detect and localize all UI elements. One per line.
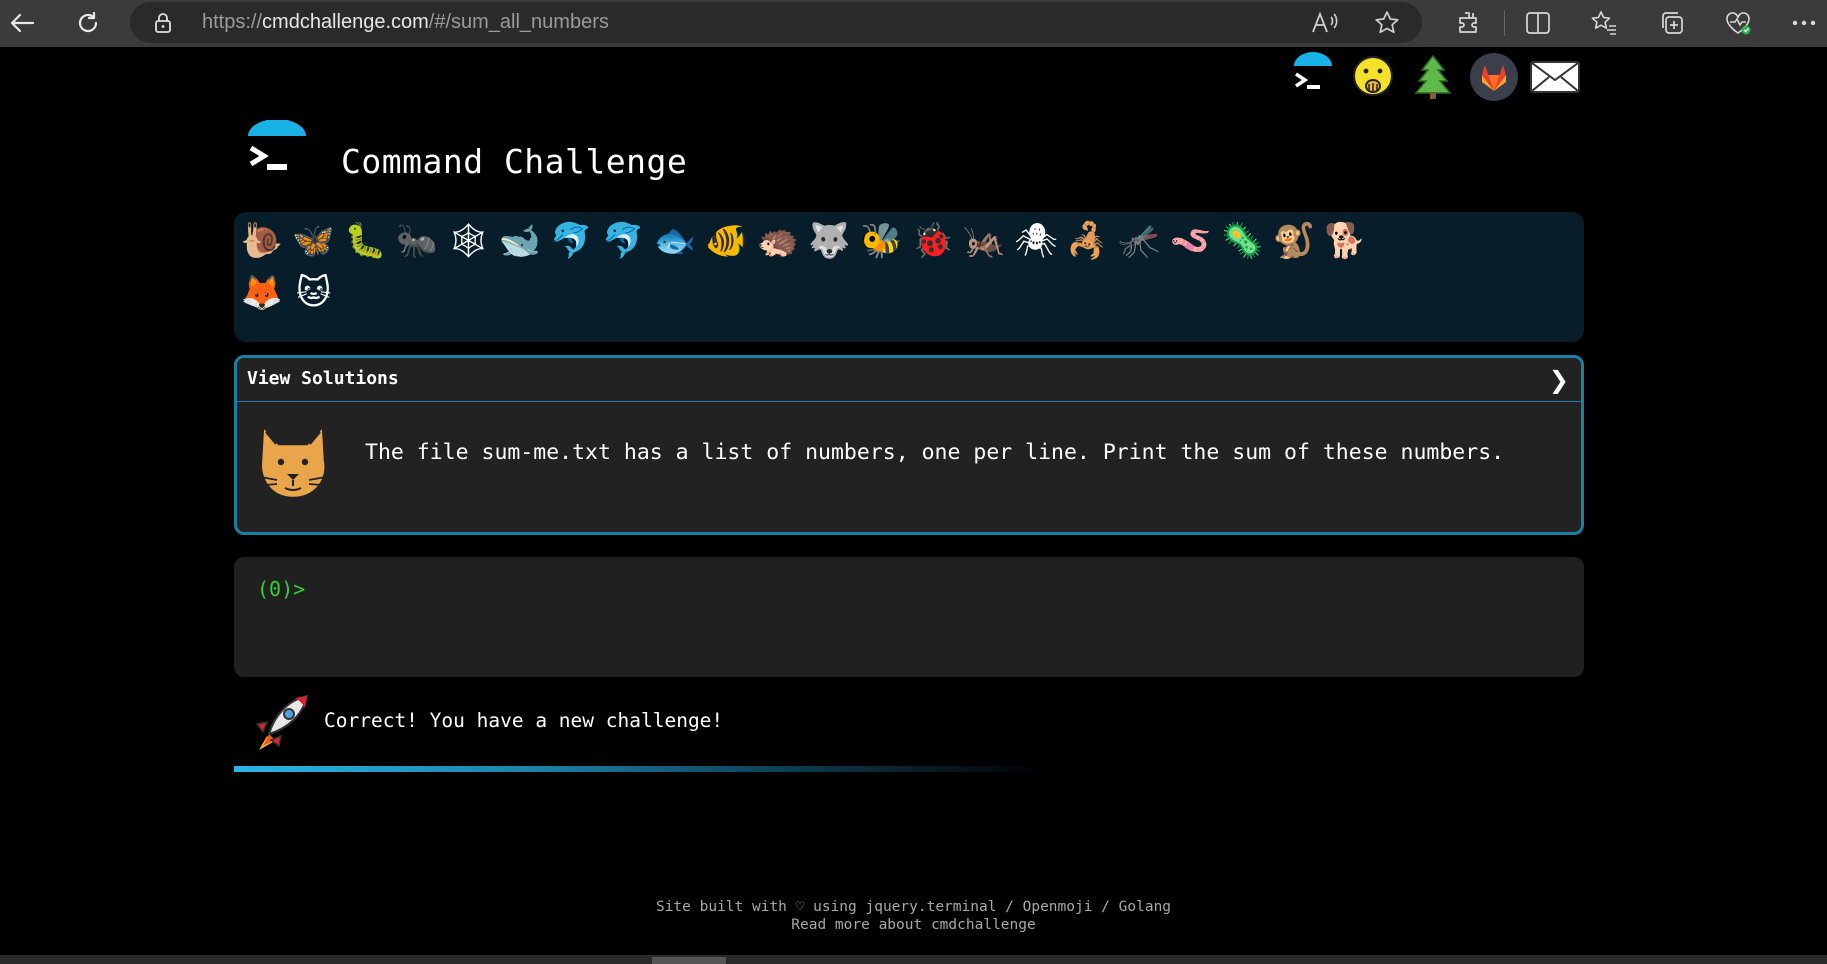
mail-icon[interactable] [1528, 52, 1582, 102]
prompt-text: (0)> [257, 577, 306, 601]
footer-read-more-link[interactable]: Read more about cmdchallenge [0, 916, 1827, 934]
ladybug-challenge-icon[interactable]: 🐞 [909, 217, 957, 265]
bee-challenge-icon[interactable]: 🐝 [857, 217, 905, 265]
tree-icon[interactable] [1408, 52, 1458, 102]
terminal-prompt[interactable]: (0)> [257, 577, 316, 601]
cricket-challenge-icon[interactable]: 🦗 [960, 217, 1008, 265]
whale-challenge-icon[interactable]: 🐋 [496, 217, 544, 265]
url-path: /#/sum_all_numbers [428, 11, 609, 33]
cat-face-icon [252, 424, 334, 500]
favorite-star-icon[interactable] [1372, 8, 1402, 38]
terminal-cursor [305, 580, 316, 601]
wolf-challenge-icon[interactable]: 🐺 [806, 217, 854, 265]
monkey-challenge-icon[interactable]: 🐒 [1270, 217, 1318, 265]
progress-fill [234, 766, 1044, 772]
spider-web-challenge-icon[interactable]: 🕸 [444, 217, 492, 265]
challenge-description: The file sum-me.txt has a list of number… [365, 440, 1505, 465]
spider-challenge-icon[interactable]: 🕷 [1012, 217, 1060, 265]
scrollbar-thumb[interactable] [652, 957, 726, 964]
footer: Site built with ♡ using jquery.terminal … [0, 898, 1827, 934]
lock-icon[interactable] [154, 12, 172, 34]
dolphin-grey-challenge-icon[interactable]: 🐬 [599, 217, 647, 265]
caterpillar-challenge-icon[interactable]: 🐛 [341, 217, 389, 265]
challenge-card: View Solutions ❯ The file sum-me.txt has… [234, 355, 1584, 535]
browser-toolbar: https://cmdchallenge.com/#/sum_all_numbe… [0, 0, 1827, 47]
cmd-logo-icon[interactable] [242, 120, 312, 190]
rocket-icon [255, 694, 309, 750]
address-bar[interactable]: https://cmdchallenge.com/#/sum_all_numbe… [130, 2, 1422, 43]
footer-credits[interactable]: Site built with ♡ using jquery.terminal … [0, 898, 1827, 916]
gitlab-icon[interactable] [1468, 52, 1520, 102]
scorpion-challenge-icon[interactable]: 🦂 [1064, 217, 1112, 265]
cat-challenge-icon[interactable]: 🐱 [290, 269, 338, 317]
terminal[interactable]: (0)> [234, 557, 1584, 677]
feedback-message: Correct! You have a new challenge! [324, 709, 724, 732]
url-prefix: https:// [202, 11, 263, 33]
site-title[interactable]: Command Challenge [341, 142, 687, 181]
fox-challenge-icon[interactable]: 🦊 [238, 269, 286, 317]
ant-challenge-icon[interactable]: 🐜 [393, 217, 441, 265]
fish-challenge-icon[interactable]: 🐟 [651, 217, 699, 265]
refresh-icon[interactable] [68, 4, 108, 42]
url-host: cmdchallenge.com [262, 11, 429, 33]
fly-challenge-icon[interactable]: 🦟 [1115, 217, 1163, 265]
url-text[interactable]: https://cmdchallenge.com/#/sum_all_numbe… [202, 2, 609, 43]
horizontal-scrollbar[interactable] [0, 955, 1827, 964]
view-solutions-label: View Solutions [247, 368, 399, 389]
progress-bar [234, 766, 1584, 772]
shushing-face-icon[interactable] [1348, 52, 1398, 102]
split-screen-icon[interactable] [1518, 4, 1558, 42]
hedgehog-challenge-icon[interactable]: 🦔 [754, 217, 802, 265]
toolbar-separator [1504, 10, 1505, 36]
challenge-animals-strip: 🐌 🦋 🐛 🐜 🕸 🐋 🐬 🐬 🐟 🐠 🦔 🐺 🐝 🐞 🦗 🕷 🦂 🦟 🪱 🦠 🐒 🐕 🦊 🐱 [234, 212, 1584, 342]
tropical-fish-challenge-icon[interactable]: 🐠 [702, 217, 750, 265]
collections-icon[interactable] [1652, 4, 1692, 42]
view-solutions-toggle[interactable]: View Solutions ❯ [237, 358, 1581, 402]
browser-essentials-icon[interactable] [1718, 4, 1758, 42]
microbe-challenge-icon[interactable]: 🦠 [1218, 217, 1266, 265]
more-icon[interactable] [1784, 4, 1824, 42]
butterfly-challenge-icon[interactable]: 🦋 [290, 217, 338, 265]
back-arrow-icon[interactable] [2, 4, 42, 42]
snail-challenge-icon[interactable]: 🐌 [238, 217, 286, 265]
worm-challenge-icon[interactable]: 🪱 [1167, 217, 1215, 265]
terminal-logo-icon[interactable] [1288, 52, 1338, 102]
extensions-icon[interactable] [1448, 4, 1488, 42]
dolphin-challenge-icon[interactable]: 🐬 [548, 217, 596, 265]
favorites-icon[interactable] [1584, 4, 1624, 42]
dog-challenge-icon[interactable]: 🐕 [1322, 217, 1370, 265]
read-aloud-icon[interactable] [1310, 8, 1340, 38]
chevron-right-icon[interactable]: ❯ [1549, 366, 1569, 394]
